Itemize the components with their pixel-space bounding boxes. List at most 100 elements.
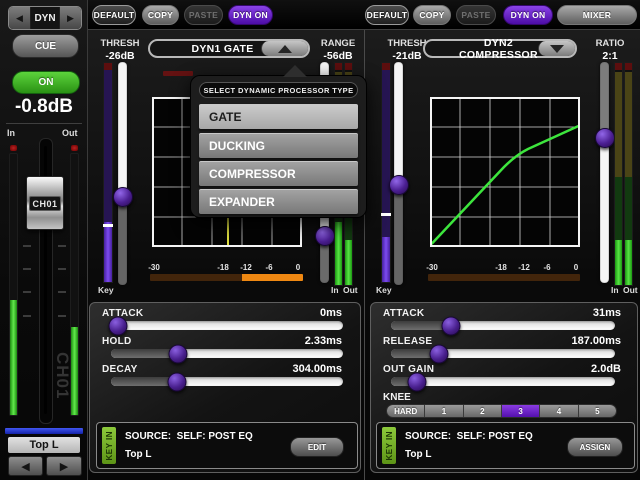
out-meter-label: Out (62, 128, 78, 138)
dyn1-default-button[interactable]: DEFAULT (92, 5, 136, 25)
chevron-right-icon: ▶ (67, 13, 74, 24)
ratio-value: 2:1 (590, 50, 630, 62)
dyn1-range-knob[interactable] (315, 226, 335, 246)
dyn1-threshold-knob[interactable] (113, 187, 133, 207)
thresh-label: THRESH (96, 38, 144, 49)
slider-label: RELEASE (383, 336, 432, 347)
dyn2-threshold-fader[interactable] (394, 62, 403, 285)
keyin-edit-button[interactable]: EDIT (290, 437, 344, 457)
dyn1-scale-bar (150, 274, 303, 281)
next-channel-button[interactable]: ▶ (46, 456, 82, 476)
keyin-source: SOURCE: SELF: POST EQ (405, 431, 533, 442)
dyn2-type-selector[interactable]: DYN2 COMPRESSOR (423, 39, 577, 58)
toolbar: DEFAULT COPY PASTE DYN ON DEFAULT COPY P… (88, 0, 640, 30)
dyn1-selector-arrow-button[interactable] (261, 41, 308, 56)
keyin-source: SOURCE: SELF: POST EQ (125, 431, 253, 442)
dyn1-gain-reduction-meter (163, 71, 193, 76)
processor-nav-label: DYN (30, 7, 60, 29)
dyn1-attack-slider[interactable] (111, 321, 343, 330)
keyin-assign-button[interactable]: ASSIGN (567, 437, 623, 457)
dynamics-screen: { "sidebar": { "nav_label": "DYN", "cue_… (0, 0, 640, 480)
dyn1-type-label: DYN1 GATE (150, 43, 261, 55)
dyn1-decay-knob[interactable] (167, 372, 186, 391)
knee-label: KNEE (383, 392, 411, 403)
channel-on-button[interactable]: ON (12, 71, 80, 94)
mixer-button[interactable]: MIXER (557, 5, 637, 25)
knee-option-4[interactable]: 4 (540, 405, 578, 417)
dyn1-type-selector[interactable]: DYN1 GATE (148, 39, 310, 58)
dyn1-decay-slider[interactable] (111, 377, 343, 386)
fader-tick (58, 291, 66, 293)
out-meter-caption: Out (623, 285, 638, 295)
dyn2-ratio-knob[interactable] (595, 128, 615, 148)
knee-option-hard[interactable]: HARD (387, 405, 425, 417)
dyn1-key-meter (104, 63, 112, 282)
dyn2-paste-button[interactable]: PASTE (456, 5, 496, 25)
dyn2-default-button[interactable]: DEFAULT (365, 5, 409, 25)
in-meter-caption: In (611, 285, 619, 295)
dyn1-threshold-fader[interactable] (118, 62, 127, 285)
triangle-up-icon (278, 45, 292, 53)
key-meter-caption: Key (98, 285, 114, 295)
dyn2-db-scale: -30 -18 -12 -6 0 (430, 263, 580, 273)
dyn2-release-knob[interactable] (429, 344, 448, 363)
dyn2-attack-knob[interactable] (442, 316, 461, 335)
slider-value: 2.33ms (305, 335, 342, 347)
ratio-label: RATIO (590, 38, 630, 49)
popup-item-ducking[interactable]: DUCKING (199, 133, 358, 158)
dyn2-attack-slider[interactable] (391, 321, 615, 330)
popup-item-expander[interactable]: EXPANDER (199, 189, 358, 214)
cue-button[interactable]: CUE (12, 34, 79, 58)
popup-title: SELECT DYNAMIC PROCESSOR TYPE (199, 82, 358, 98)
dyn1-thresh-readout: THRESH -26dB (96, 38, 144, 62)
dyn2-selector-arrow-button[interactable] (538, 41, 575, 56)
fader-cap-channel-label: CH01 (29, 196, 61, 211)
dyn2-threshold-knob[interactable] (389, 175, 409, 195)
knee-option-3-selected[interactable]: 3 (502, 405, 540, 417)
popup-item-compressor[interactable]: COMPRESSOR (199, 161, 358, 186)
dyn2-transfer-graph (430, 97, 580, 247)
dyn1-copy-button[interactable]: COPY (142, 5, 179, 25)
dyn2-on-button[interactable]: DYN ON (503, 5, 553, 25)
dyn2-key-meter (382, 63, 390, 282)
dyn2-panel: THRESH -21dB DYN2 COMPRESSOR RATIO 2:1 K… (365, 30, 640, 480)
slider-value: 0ms (320, 307, 342, 319)
dyn1-on-button[interactable]: DYN ON (228, 5, 273, 25)
fader-tick (23, 245, 31, 247)
dyn1-attack-knob[interactable] (108, 316, 127, 335)
dyn2-release-slider[interactable] (391, 349, 615, 358)
keyin-tag: KEY IN (102, 427, 116, 464)
dyn1-hold-slider[interactable] (111, 349, 343, 358)
dyn2-ratio-fader[interactable] (600, 62, 609, 283)
in-level-meter (10, 154, 17, 415)
dyn1-paste-button[interactable]: PASTE (184, 5, 223, 25)
slider-label: HOLD (102, 336, 132, 347)
dyn2-copy-button[interactable]: COPY (413, 5, 451, 25)
knee-option-1[interactable]: 1 (425, 405, 463, 417)
keyin-channel: Top L (125, 449, 151, 460)
out-level-meter (71, 154, 78, 415)
channel-color-bar (5, 428, 83, 434)
nav-prev-button[interactable]: ◀ (9, 7, 30, 29)
compressor-curve (432, 126, 579, 244)
dyn1-db-scale: -30 -18 -12 -6 0 (152, 263, 302, 273)
prev-channel-button[interactable]: ◀ (8, 456, 43, 476)
in-meter-caption: In (331, 285, 339, 295)
knee-option-2[interactable]: 2 (464, 405, 502, 417)
nav-next-button[interactable]: ▶ (60, 7, 81, 29)
range-value: -56dB (316, 50, 360, 62)
dyn2-parameter-box: ATTACK 31ms RELEASE 187.00ms OUT GAIN 2.… (370, 302, 638, 473)
popup-item-gate[interactable]: GATE (199, 104, 358, 129)
slider-value: 187.00ms (571, 335, 621, 347)
keyin-channel: Top L (405, 449, 431, 460)
dyn2-type-label: DYN2 COMPRESSOR (425, 37, 538, 61)
dyn2-outgain-slider[interactable] (391, 377, 615, 386)
dyn1-hold-knob[interactable] (168, 344, 187, 363)
slider-value: 2.0dB (591, 363, 621, 375)
channel-id-watermark: CH01 (52, 352, 72, 422)
slider-value: 304.00ms (292, 363, 342, 375)
dyn2-outgain-knob[interactable] (407, 372, 426, 391)
channel-fader-handle[interactable]: CH01 (26, 176, 64, 230)
chevron-left-icon: ◀ (16, 13, 23, 24)
knee-option-5[interactable]: 5 (579, 405, 616, 417)
